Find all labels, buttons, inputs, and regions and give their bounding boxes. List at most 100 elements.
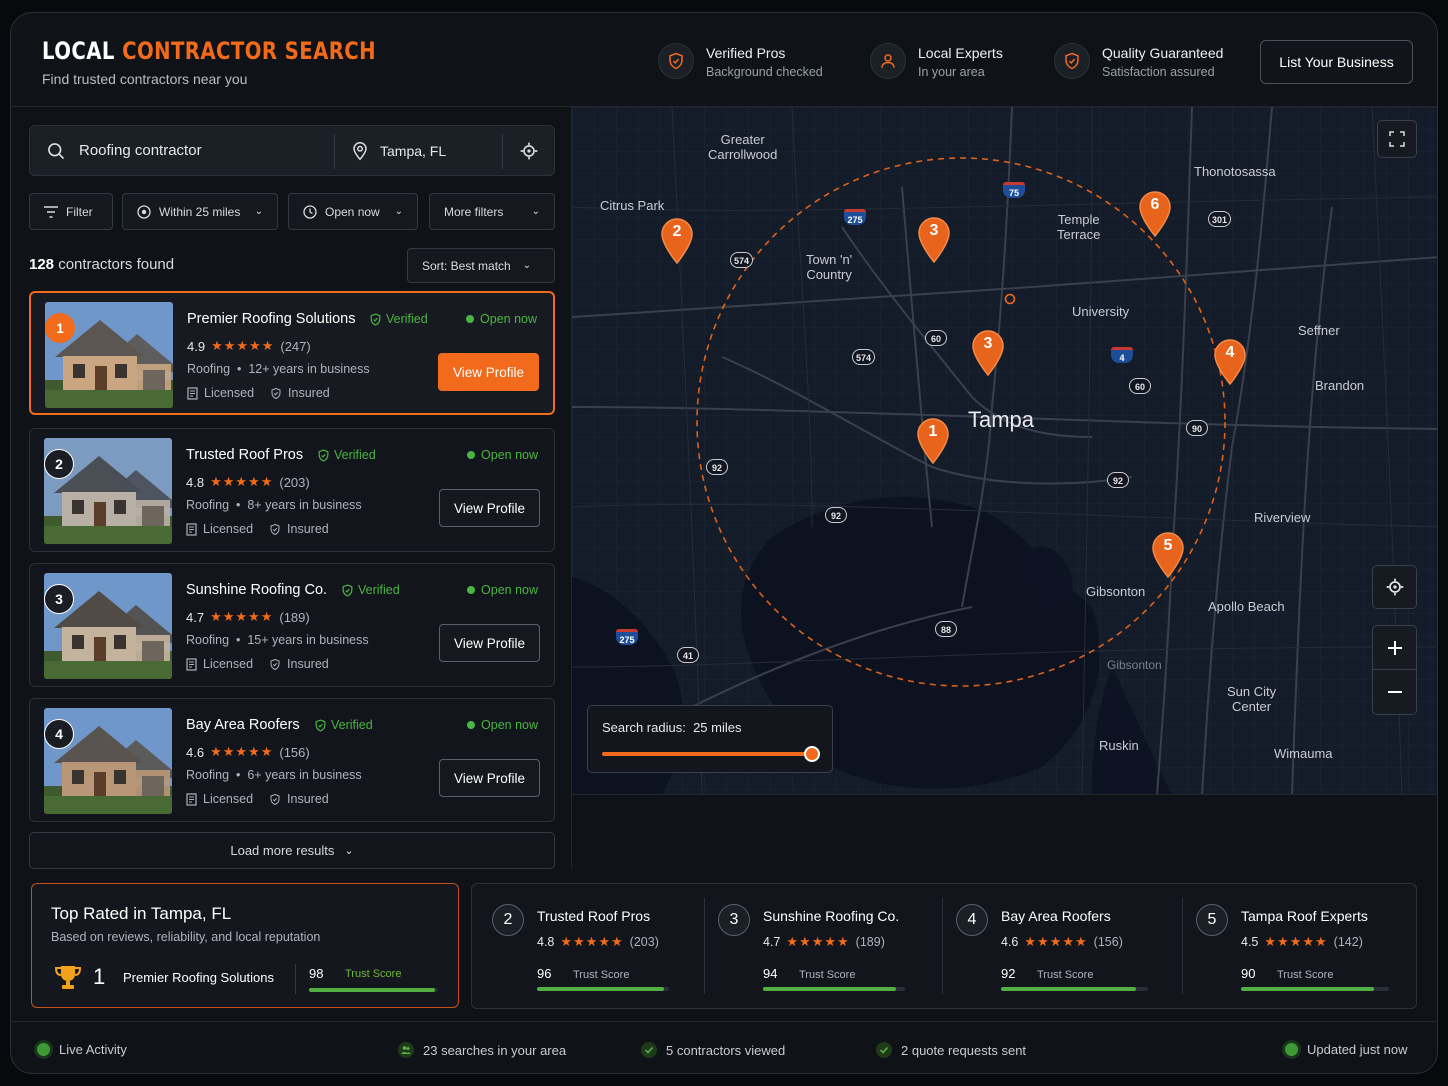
contractor-meta: Roofing • 6+ years in business [186,768,362,782]
document-icon [186,792,197,806]
chevron-down-icon: ⌄ [344,845,354,857]
filter-button[interactable]: Filter [29,193,113,230]
map-label: Riverview [1254,510,1311,525]
licensed-tag: Licensed [186,792,253,806]
badge-title: Local Experts [918,45,1003,61]
contractor-card[interactable]: 4 Bay Area Roofers Verified Open now 4.6 ★★★★… [29,698,555,822]
star-rating-icon: ★★★★★ [210,744,274,759]
distance-label: Within 25 miles [159,204,241,219]
map-pin[interactable]: 2 [660,218,694,265]
radius-icon [137,204,151,219]
rating: 4.6 ★★★★★ (156) [186,744,310,760]
view-profile-button[interactable]: View Profile [438,353,539,391]
map-pin[interactable]: 3 [917,217,951,264]
trust-score-value: 94 [763,966,778,981]
rank-badge: 3 [44,584,74,614]
map[interactable]: 275 75 301 574 60 4 574 60 90 92 92 92 275 41 88 Great… [571,107,1437,795]
status-dot-icon [466,315,475,323]
rank-badge: 4 [44,719,74,749]
document-icon [186,522,197,536]
top-rated-name[interactable]: Premier Roofing Solutions [123,970,274,985]
view-profile-button[interactable]: View Profile [439,759,540,797]
badge-subtitle: Satisfaction assured [1102,65,1215,79]
contractor-name[interactable]: Premier Roofing Solutions [187,311,355,327]
trust-score-bar-fill [763,987,897,991]
divider [1182,898,1183,994]
sort-dropdown[interactable]: Sort: Best match ⌄ [407,248,555,283]
header: LOCAL CONTRACTOR SEARCH Find trusted con… [11,13,1437,107]
contractor-name[interactable]: Bay Area Roofers [1001,908,1111,924]
location-input[interactable]: Tampa, FL [380,143,446,159]
trust-score-label: Trust Score [1037,969,1094,981]
search-input[interactable]: Roofing contractor [79,142,202,159]
map-pin[interactable]: 1 [916,418,950,465]
view-profile-button[interactable]: View Profile [439,624,540,662]
contractor-name[interactable]: Trusted Roof Pros [186,447,303,463]
distance-dropdown[interactable]: Within 25 miles ⌄ [122,193,278,230]
map-pin[interactable]: 4 [1213,339,1247,386]
fullscreen-button[interactable] [1377,120,1417,158]
shield-check-icon [1054,43,1090,79]
top-rated-list: 2 Trusted Roof Pros 4.8 ★★★★★ (203) 96 Trust S… [471,883,1417,1009]
check-icon [876,1042,892,1058]
radius-slider-track[interactable] [602,752,814,756]
highway-shield: 92 [706,459,728,475]
locate-me-icon[interactable] [519,141,539,161]
check-icon [641,1042,657,1058]
view-profile-button[interactable]: View Profile [439,489,540,527]
divider [502,134,503,169]
contractor-card[interactable]: 2 Trusted Roof Pros Verified Open now 4.8 ★★★… [29,428,555,552]
credentials: Licensed Insured [187,386,330,400]
app-title: LOCAL CONTRACTOR SEARCH [42,37,377,65]
top-rated-item[interactable]: 2 Trusted Roof Pros 4.8 ★★★★★ (203) 96 Trust S… [492,884,702,1008]
contractor-card[interactable]: 3 Sunshine Roofing Co. Verified Open now 4.7… [29,563,555,687]
rating: 4.5 ★★★★★ (142) [1241,934,1363,949]
expand-icon [1389,131,1405,147]
zoom-in-button[interactable] [1372,626,1417,670]
viewed-stat: 5 contractors viewed [641,1042,785,1058]
load-more-button[interactable]: Load more results ⌄ [29,832,555,869]
trust-score-bar-fill [1001,987,1137,991]
list-business-button[interactable]: List Your Business [1260,40,1413,84]
status-dot-icon [1285,1043,1298,1056]
open-now-dropdown[interactable]: Open now ⌄ [288,193,418,230]
searches-stat: 23 searches in your area [398,1042,566,1058]
contractor-card[interactable]: 1 Premier Roofing Solutions Verified Open n… [29,291,555,415]
contractor-name[interactable]: Bay Area Roofers [186,717,300,733]
licensed-tag: Licensed [186,522,253,536]
top-rated-item[interactable]: 3 Sunshine Roofing Co. 4.7 ★★★★★ (189) 94 Trus… [718,884,928,1008]
zoom-out-button[interactable] [1372,670,1417,714]
radius-slider-handle[interactable] [804,746,820,762]
contractor-name[interactable]: Tampa Roof Experts [1241,908,1368,924]
divider [334,134,335,169]
highway-shield: 41 [677,647,699,663]
badge-title: Quality Guaranteed [1102,45,1224,61]
map-pin[interactable]: 6 [1138,191,1172,238]
top-rated-item[interactable]: 5 Tampa Roof Experts 4.5 ★★★★★ (142) 90 Trust … [1196,884,1406,1008]
highway-shield: 60 [1129,378,1151,394]
divider [704,898,705,994]
insured-tag: Insured [270,386,330,400]
contractor-name[interactable]: Trusted Roof Pros [537,908,650,924]
shield-check-icon [270,523,280,535]
contractor-name[interactable]: Sunshine Roofing Co. [763,908,899,924]
map-pin[interactable]: 3 [971,330,1005,377]
star-rating-icon: ★★★★★ [210,609,274,624]
top-rated-item[interactable]: 4 Bay Area Roofers 4.6 ★★★★★ (156) 92 Trust Sc… [956,884,1166,1008]
top-rank: 1 [93,964,106,989]
open-status: Open now [467,718,538,732]
search-radius-control: Search radius: 25 miles [587,705,833,773]
badge-title: Verified Pros [706,45,786,61]
filter-icon [44,205,58,218]
star-rating-icon: ★★★★★ [210,474,274,489]
contractor-name[interactable]: Sunshine Roofing Co. [186,582,327,598]
more-filters-dropdown[interactable]: More filters ⌄ [429,193,555,230]
zoom-control [1372,625,1417,715]
verified-badge: Verified [314,718,373,732]
map-label: Seffner [1298,323,1340,338]
map-pin[interactable]: 5 [1151,532,1185,579]
trust-score-label: Trust Score [799,969,856,981]
map-label: Wimauma [1274,746,1333,761]
locate-button[interactable] [1372,565,1417,609]
trust-score-bar-fill [309,988,436,992]
